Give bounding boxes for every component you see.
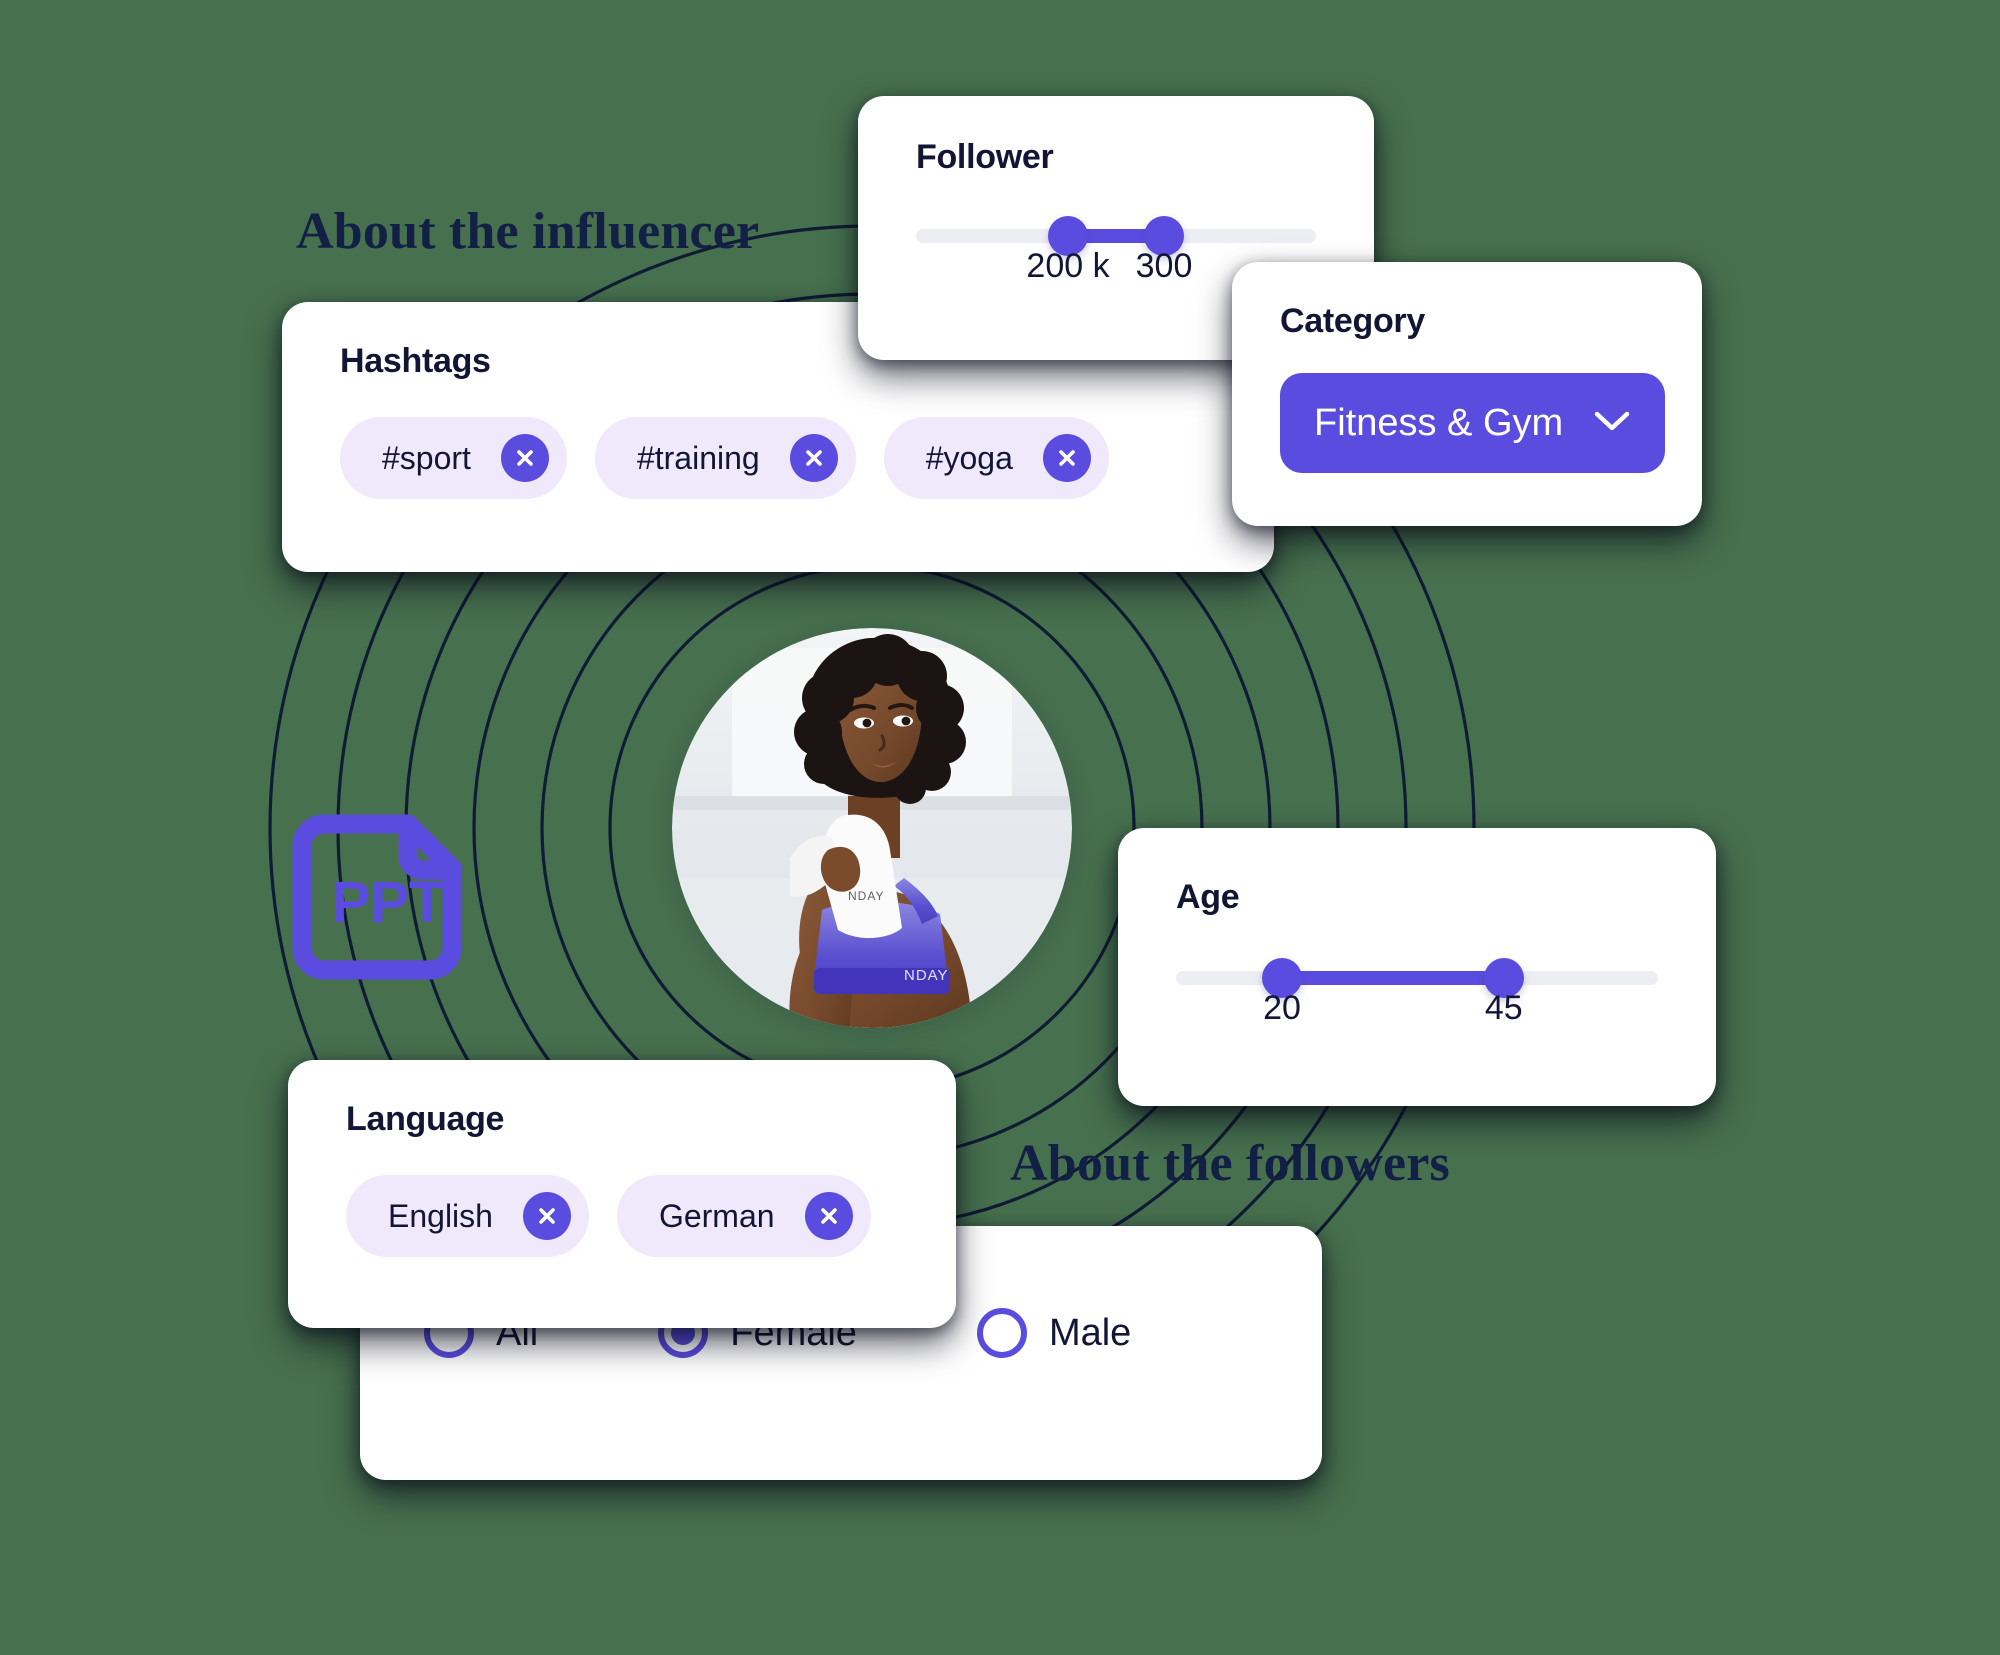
close-icon[interactable] <box>804 1192 853 1240</box>
close-icon[interactable] <box>1042 434 1091 482</box>
age-max-label: 45 <box>1484 989 1523 1027</box>
follower-min-label: 200 k <box>1026 247 1110 285</box>
hashtag-chip-label: #yoga <box>925 439 1013 476</box>
language-chip-row: English German <box>346 1175 956 1257</box>
close-icon[interactable] <box>522 1192 571 1240</box>
svg-text:NDAY: NDAY <box>848 889 884 903</box>
category-card-title: Category <box>1280 302 1425 340</box>
hero-illustration: About the influencer About the followers… <box>0 0 2000 1655</box>
hashtag-chip[interactable]: #sport <box>340 417 567 499</box>
follower-range-slider[interactable] <box>916 216 1316 256</box>
language-card: Language English German <box>288 1060 956 1328</box>
age-card: Age 20 45 <box>1118 828 1716 1106</box>
age-range-slider[interactable] <box>1176 958 1658 998</box>
gender-radio-label: Male <box>1048 1311 1132 1354</box>
radio-icon[interactable] <box>976 1308 1027 1358</box>
hashtag-chip[interactable]: #training <box>594 417 856 499</box>
ppt-file-icon: PPT <box>288 790 488 980</box>
ppt-icon-label: PPT <box>332 870 445 935</box>
close-icon[interactable] <box>500 434 549 482</box>
chevron-down-icon[interactable] <box>1593 409 1631 438</box>
heading-about-influencer: About the influencer <box>296 203 760 260</box>
heading-about-followers: About the followers <box>1010 1135 1450 1192</box>
category-card: Category Fitness & Gym <box>1232 262 1702 526</box>
category-selected-value: Fitness & Gym <box>1314 401 1564 444</box>
hashtags-chip-row: #sport #training #yoga <box>340 417 1274 499</box>
svg-text:NDAY: NDAY <box>904 967 949 984</box>
hashtag-chip[interactable]: #yoga <box>883 417 1109 499</box>
language-chip[interactable]: German <box>616 1175 871 1257</box>
hashtag-chip-label: #training <box>636 439 760 476</box>
hashtag-chip-label: #sport <box>382 439 471 476</box>
close-icon[interactable] <box>789 434 838 482</box>
language-chip-label: German <box>658 1197 775 1234</box>
follower-max-label: 300 <box>1135 247 1193 285</box>
language-chip[interactable]: English <box>346 1175 589 1257</box>
language-chip-label: English <box>388 1197 493 1234</box>
gender-radio-male[interactable]: Male <box>976 1308 1132 1358</box>
age-min-label: 20 <box>1263 989 1301 1027</box>
age-card-title: Age <box>1176 878 1240 916</box>
follower-card-title: Follower <box>916 138 1054 176</box>
influencer-avatar: NDAY NDAY <box>672 628 1072 1028</box>
category-dropdown[interactable]: Fitness & Gym <box>1280 373 1666 473</box>
slider-selected-range <box>1282 971 1504 985</box>
language-card-title: Language <box>346 1100 505 1138</box>
